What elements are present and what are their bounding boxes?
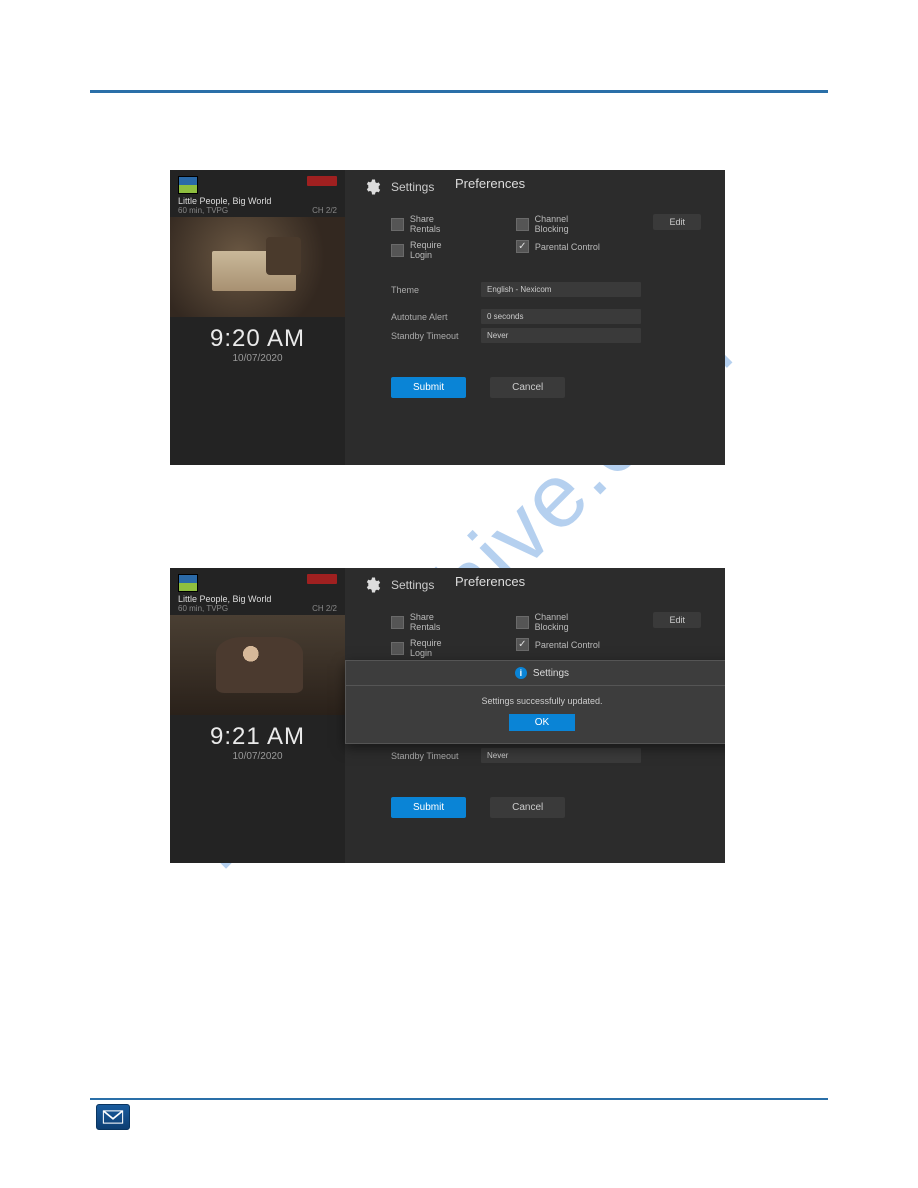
- clock-date: 10/07/2020: [170, 751, 345, 762]
- parental-control-checkbox[interactable]: Parental Control: [516, 638, 604, 651]
- checkbox-icon: [516, 616, 529, 629]
- program-title: Little People, Big World: [178, 196, 337, 206]
- channel-blocking-checkbox[interactable]: Channel Blocking: [516, 214, 604, 234]
- parental-control-label: Parental Control: [535, 242, 600, 252]
- cancel-button[interactable]: Cancel: [490, 797, 565, 818]
- checkbox-checked-icon: [516, 240, 529, 253]
- provider-logo-icon: [178, 176, 198, 194]
- settings-updated-dialog: i Settings Settings successfully updated…: [345, 660, 725, 744]
- video-preview: [170, 615, 345, 715]
- submit-button[interactable]: Submit: [391, 797, 466, 818]
- standby-select[interactable]: Never: [481, 328, 641, 343]
- settings-screenshot-2: Little People, Big World 60 min, TVPG CH…: [170, 568, 725, 863]
- channel-indicator: CH 2/2: [312, 206, 337, 215]
- info-icon: i: [515, 667, 527, 679]
- preferences-pane: Settings Preferences Share Rentals Requi…: [345, 170, 725, 465]
- preferences-heading: Preferences: [455, 574, 525, 589]
- clock-date: 10/07/2020: [170, 353, 345, 364]
- channel-blocking-label: Channel Blocking: [535, 612, 604, 632]
- share-rentals-label: Share Rentals: [410, 612, 466, 632]
- page-bottom-rule: [90, 1098, 828, 1100]
- edit-button[interactable]: Edit: [653, 612, 701, 628]
- preferences-pane: Settings Preferences Share Rentals Requi…: [345, 568, 725, 863]
- standby-label: Standby Timeout: [391, 751, 481, 761]
- checkbox-icon: [391, 642, 404, 655]
- parental-control-label: Parental Control: [535, 640, 600, 650]
- settings-screenshot-1: Little People, Big World 60 min, TVPG CH…: [170, 170, 725, 465]
- channel-blocking-label: Channel Blocking: [535, 214, 604, 234]
- rec-badge-icon: [307, 176, 337, 186]
- channel-indicator: CH 2/2: [312, 604, 337, 613]
- share-rentals-label: Share Rentals: [410, 214, 466, 234]
- channel-blocking-checkbox[interactable]: Channel Blocking: [516, 612, 604, 632]
- ok-button[interactable]: OK: [509, 714, 575, 731]
- dialog-message: Settings successfully updated.: [356, 696, 725, 706]
- program-title: Little People, Big World: [178, 594, 337, 604]
- sidebar: Little People, Big World 60 min, TVPG CH…: [170, 568, 345, 863]
- share-rentals-checkbox[interactable]: Share Rentals: [391, 214, 466, 234]
- checkbox-icon: [391, 218, 404, 231]
- page-top-rule: [90, 90, 828, 93]
- submit-button[interactable]: Submit: [391, 377, 466, 398]
- checkbox-icon: [391, 244, 404, 257]
- standby-select[interactable]: Never: [481, 748, 641, 763]
- gear-icon: [363, 178, 381, 196]
- clock-time: 9:21 AM: [170, 723, 345, 751]
- autotune-select[interactable]: 0 seconds: [481, 309, 641, 324]
- autotune-label: Autotune Alert: [391, 312, 481, 322]
- cancel-button[interactable]: Cancel: [490, 377, 565, 398]
- require-login-label: Require Login: [410, 638, 466, 658]
- footer-logo: [96, 1104, 130, 1130]
- provider-logo-icon: [178, 574, 198, 592]
- gear-icon: [363, 576, 381, 594]
- preferences-heading: Preferences: [455, 176, 525, 191]
- dialog-title: Settings: [533, 668, 569, 679]
- program-subtitle: 60 min, TVPG: [178, 604, 228, 613]
- theme-select[interactable]: English - Nexicom: [481, 282, 641, 297]
- video-preview: [170, 217, 345, 317]
- checkbox-icon: [516, 218, 529, 231]
- settings-heading: Settings: [391, 578, 434, 592]
- theme-label: Theme: [391, 285, 481, 295]
- require-login-label: Require Login: [410, 240, 466, 260]
- clock-time: 9:20 AM: [170, 325, 345, 353]
- checkbox-icon: [391, 616, 404, 629]
- standby-label: Standby Timeout: [391, 331, 481, 341]
- sidebar: Little People, Big World 60 min, TVPG CH…: [170, 170, 345, 465]
- rec-badge-icon: [307, 574, 337, 584]
- checkbox-checked-icon: [516, 638, 529, 651]
- program-subtitle: 60 min, TVPG: [178, 206, 228, 215]
- edit-button[interactable]: Edit: [653, 214, 701, 230]
- share-rentals-checkbox[interactable]: Share Rentals: [391, 612, 466, 632]
- settings-heading: Settings: [391, 180, 434, 194]
- envelope-m-icon: [102, 1110, 124, 1124]
- parental-control-checkbox[interactable]: Parental Control: [516, 240, 604, 253]
- require-login-checkbox[interactable]: Require Login: [391, 240, 466, 260]
- require-login-checkbox[interactable]: Require Login: [391, 638, 466, 658]
